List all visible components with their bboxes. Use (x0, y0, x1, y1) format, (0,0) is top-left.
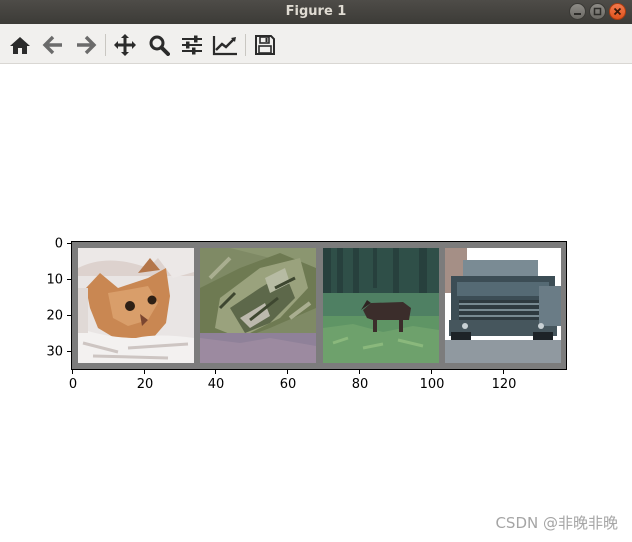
y-tick (67, 351, 71, 352)
x-tick-label: 40 (207, 377, 225, 392)
x-tick-label: 100 (419, 377, 445, 392)
x-tick (144, 370, 145, 374)
y-tick (67, 243, 71, 244)
y-tick (67, 279, 71, 280)
x-tick-label: 80 (351, 377, 369, 392)
x-tick-label: 20 (136, 377, 154, 392)
x-tick (431, 370, 432, 374)
frog-image (200, 248, 316, 363)
x-tick-label: 120 (491, 377, 517, 392)
x-tick (215, 370, 216, 374)
cat-image (78, 248, 194, 363)
x-tick-label: 0 (68, 377, 78, 392)
y-tick (67, 315, 71, 316)
x-tick (287, 370, 288, 374)
x-tick (503, 370, 504, 374)
x-tick-label: 60 (279, 377, 297, 392)
y-tick-label: 10 (46, 272, 63, 288)
x-tick (359, 370, 360, 374)
figure-canvas[interactable]: 0 20 40 60 80 100 120 0 10 20 30 CSDN @非… (0, 0, 632, 542)
deer-image (323, 248, 439, 363)
y-tick-label: 30 (46, 344, 63, 360)
y-tick-label: 20 (46, 308, 63, 324)
watermark: CSDN @非晚非晚 (495, 514, 618, 532)
y-tick-label: 0 (54, 236, 63, 252)
truck-image (445, 248, 561, 363)
x-tick (72, 370, 73, 374)
